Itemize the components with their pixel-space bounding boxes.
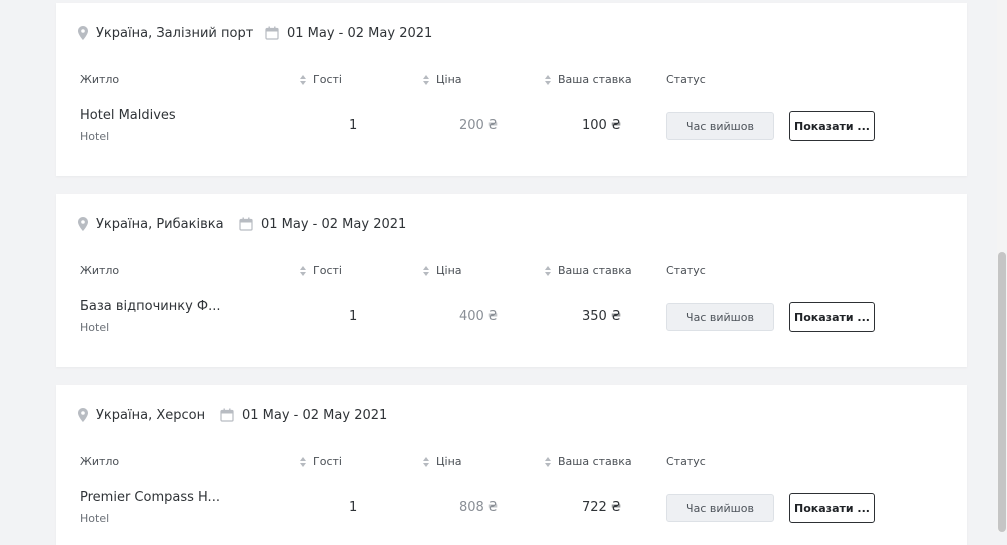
status-button[interactable]: Час вийшов (666, 494, 774, 522)
property-type: Hotel (80, 130, 110, 143)
sort-icon[interactable] (298, 456, 308, 468)
map-pin-icon (78, 26, 88, 40)
sort-icon[interactable] (298, 265, 308, 277)
sort-icon[interactable] (543, 456, 553, 468)
booking-card: Україна, Залізний порт 01 May - 02 May 2… (56, 3, 967, 176)
booking-card: Україна, Херсон 01 May - 02 May 2021 Жит… (56, 385, 967, 545)
booking-dates: 01 May - 02 May 2021 (265, 23, 432, 43)
location-text: Україна, Рибаківка (96, 216, 224, 232)
booking-card: Україна, Рибаківка 01 May - 02 May 2021 … (56, 194, 967, 367)
sort-icon[interactable] (421, 74, 431, 86)
column-header-status: Статус (666, 455, 706, 468)
sort-icon[interactable] (543, 265, 553, 277)
map-pin-icon (78, 217, 88, 231)
bid-value: 100 ₴ (582, 118, 622, 133)
show-button[interactable]: Показати ... (789, 493, 875, 523)
location-text: Україна, Залізний порт (96, 25, 254, 41)
column-header-status: Статус (666, 264, 706, 277)
property-name[interactable]: Premier Compass H... (80, 490, 220, 505)
guests-count: 1 (349, 500, 358, 515)
column-header-guests[interactable]: Гості (298, 73, 342, 86)
dates-text: 01 May - 02 May 2021 (287, 25, 433, 41)
column-header-guests[interactable]: Гості (298, 455, 342, 468)
booking-location: Україна, Рибаківка (78, 214, 224, 234)
column-header-bid[interactable]: Ваша ставка (543, 73, 632, 86)
sort-icon[interactable] (543, 74, 553, 86)
calendar-icon (220, 408, 234, 422)
column-header-guests[interactable]: Гості (298, 264, 342, 277)
property-type: Hotel (80, 321, 110, 334)
column-header-bid[interactable]: Ваша ставка (543, 264, 632, 277)
status-button[interactable]: Час вийшов (666, 303, 774, 331)
status-button[interactable]: Час вийшов (666, 112, 774, 140)
sort-icon[interactable] (298, 74, 308, 86)
location-text: Україна, Херсон (96, 407, 206, 423)
calendar-icon (265, 26, 279, 40)
column-header-price[interactable]: Ціна (421, 264, 462, 277)
column-header-housing: Житло (80, 73, 120, 86)
booking-dates: 01 May - 02 May 2021 (239, 214, 406, 234)
guests-count: 1 (349, 309, 358, 324)
price-value: 400 ₴ (459, 309, 499, 324)
property-name[interactable]: База відпочинку Ф... (80, 299, 221, 314)
sort-icon[interactable] (421, 265, 431, 277)
column-header-price[interactable]: Ціна (421, 73, 462, 86)
price-value: 808 ₴ (459, 500, 499, 515)
column-header-housing: Житло (80, 264, 120, 277)
dates-text: 01 May - 02 May 2021 (242, 407, 388, 423)
booking-dates: 01 May - 02 May 2021 (220, 405, 387, 425)
scrollbar-track[interactable] (997, 0, 1007, 532)
booking-location: Україна, Херсон (78, 405, 205, 425)
column-header-price[interactable]: Ціна (421, 455, 462, 468)
map-pin-icon (78, 408, 88, 422)
column-header-bid[interactable]: Ваша ставка (543, 455, 632, 468)
show-button[interactable]: Показати ... (789, 111, 875, 141)
guests-count: 1 (349, 118, 358, 133)
dates-text: 01 May - 02 May 2021 (261, 216, 407, 232)
scrollbar-thumb[interactable] (998, 252, 1006, 532)
show-button[interactable]: Показати ... (789, 302, 875, 332)
bid-value: 350 ₴ (582, 309, 622, 324)
bid-value: 722 ₴ (582, 500, 622, 515)
calendar-icon (239, 217, 253, 231)
booking-location: Україна, Залізний порт (78, 23, 253, 43)
property-type: Hotel (80, 512, 110, 525)
column-header-status: Статус (666, 73, 706, 86)
column-header-housing: Житло (80, 455, 120, 468)
sort-icon[interactable] (421, 456, 431, 468)
price-value: 200 ₴ (459, 118, 499, 133)
property-name[interactable]: Hotel Maldives (80, 108, 176, 123)
